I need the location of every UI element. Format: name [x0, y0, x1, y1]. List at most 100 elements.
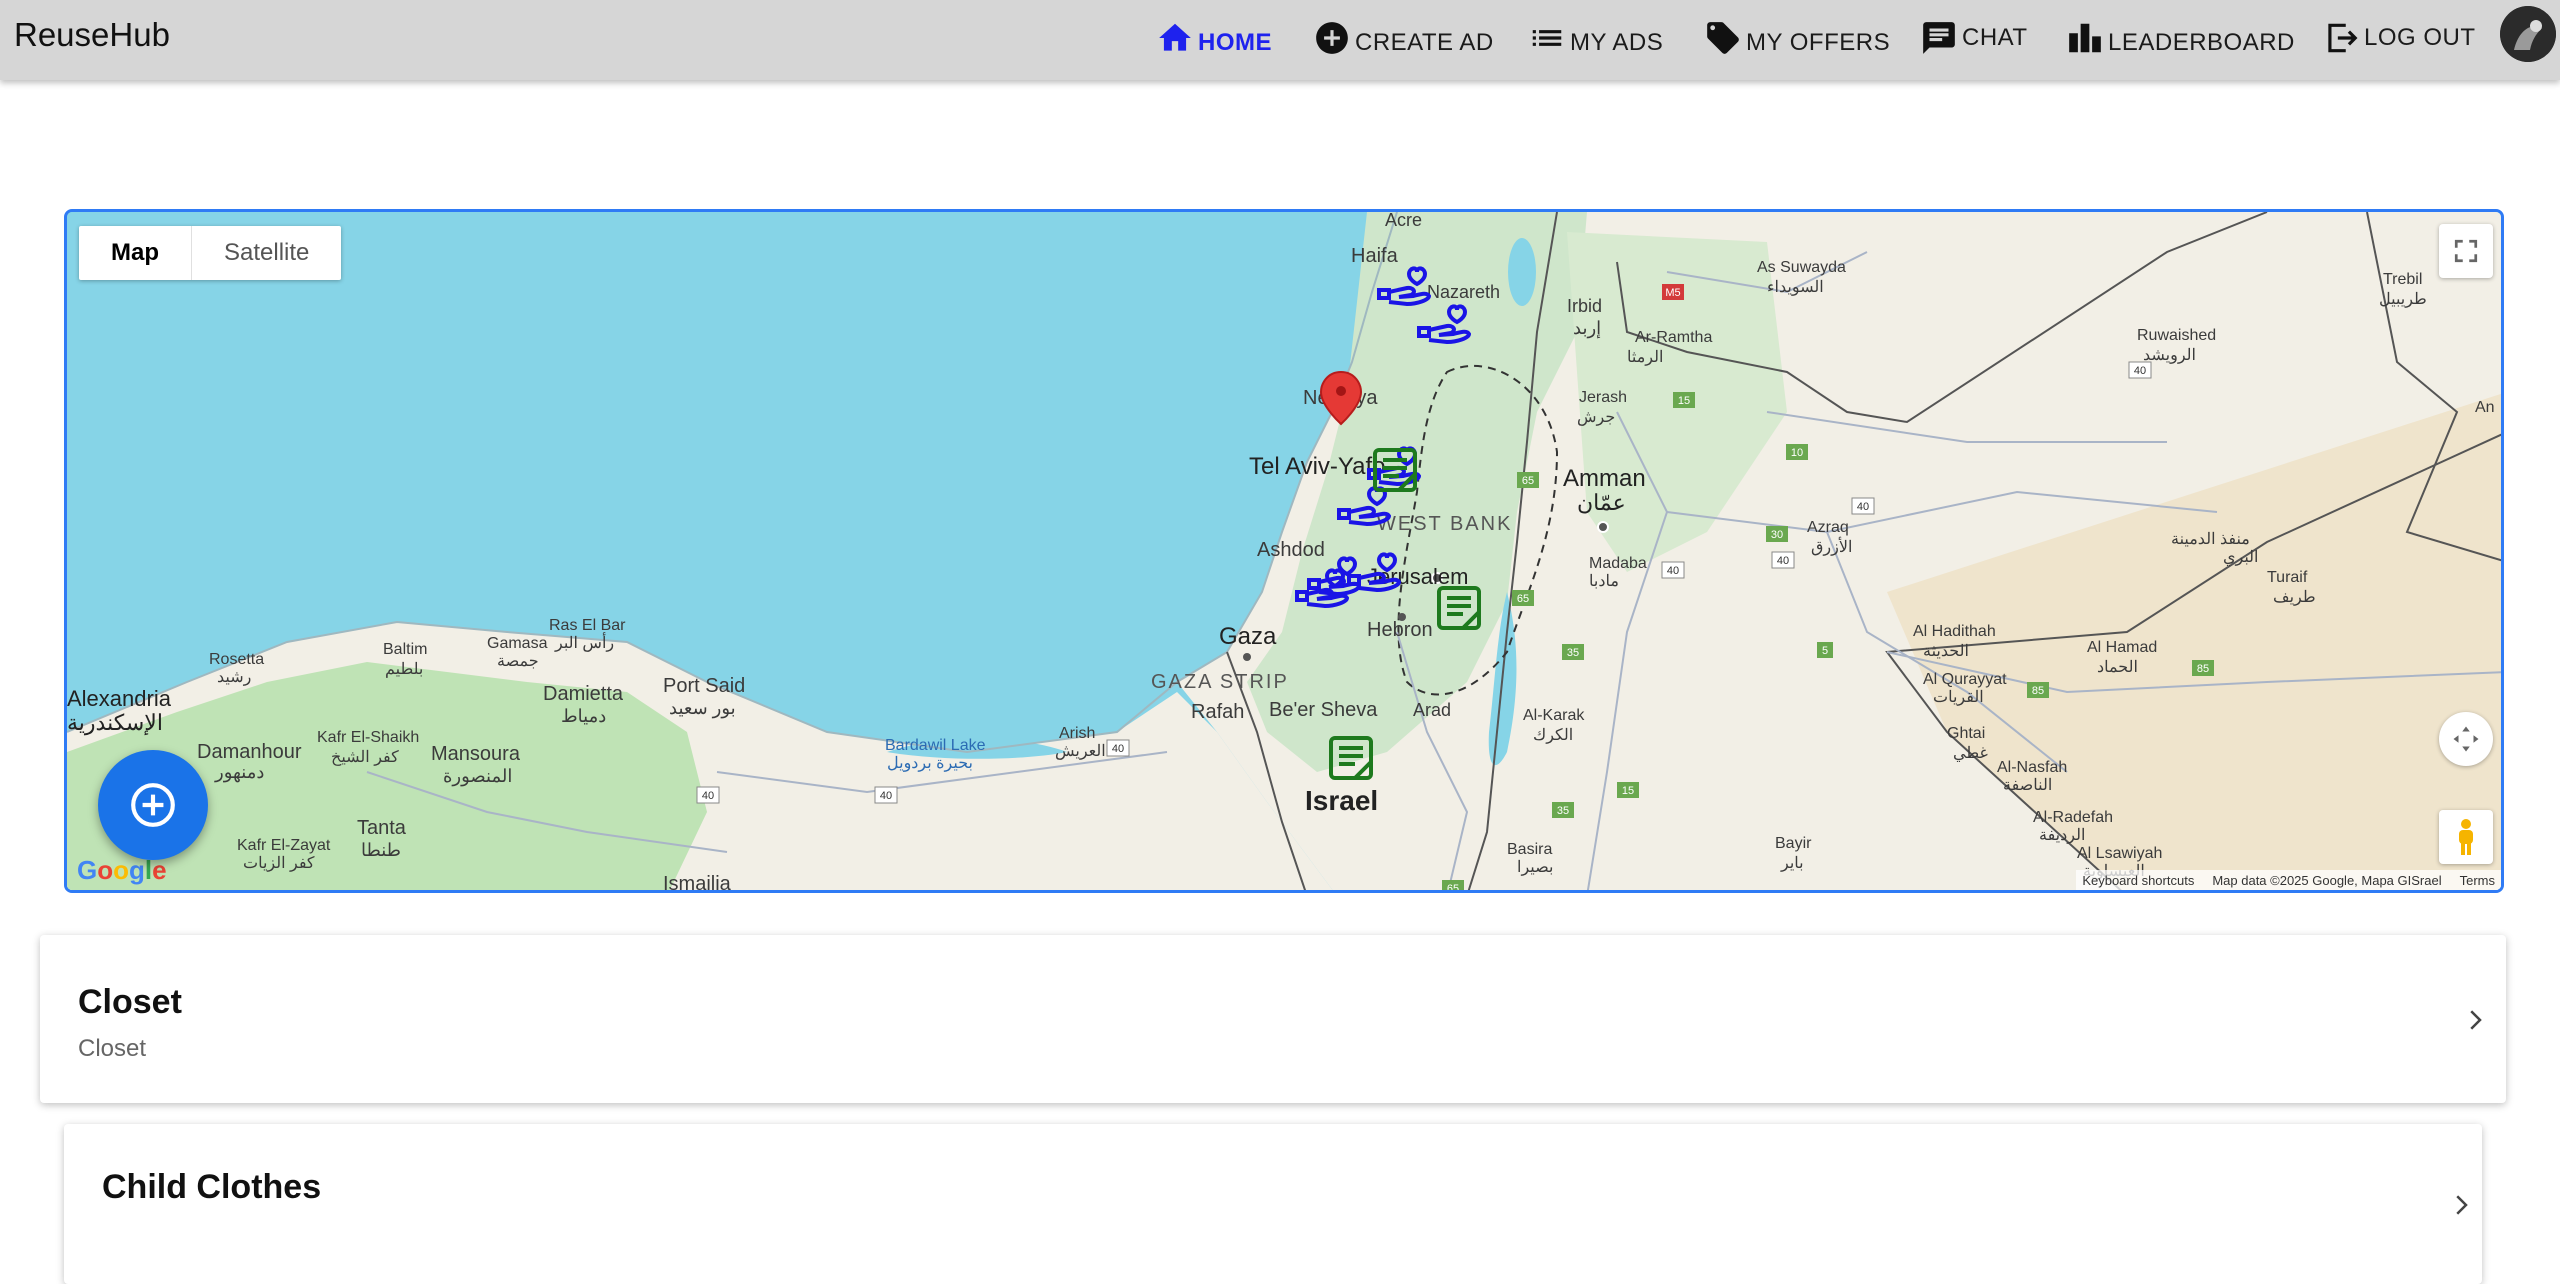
- svg-text:65: 65: [1517, 593, 1529, 605]
- svg-text:85: 85: [2032, 685, 2044, 697]
- map-label-hebron: Hebron: [1367, 619, 1433, 641]
- map-label-gamasa: Gamasa: [487, 635, 548, 652]
- road-shield: 40: [874, 786, 898, 804]
- road-shield: 30: [1766, 526, 1788, 542]
- nav-create-ad-label: CREATE AD: [1355, 29, 1494, 56]
- map-label-gaza-strip: GAZA STRIP: [1151, 671, 1289, 693]
- nav-my-ads-label: MY ADS: [1570, 29, 1664, 56]
- map-label-madaba: Madaba: [1589, 555, 1647, 572]
- map-type-satellite-button[interactable]: Satellite: [192, 226, 341, 280]
- map-label-damietta: Damietta: [543, 683, 624, 705]
- map-label-ghtai-ar: غطي: [1953, 745, 1988, 762]
- road-shield: 65: [1442, 880, 1464, 893]
- map-label-azraq: Azraq: [1807, 519, 1849, 536]
- map-label-tel-aviv: Tel Aviv-Yafo: [1249, 453, 1386, 480]
- map-label-tanta-ar: طنطا: [361, 840, 401, 860]
- keyboard-shortcuts-link[interactable]: Keyboard shortcuts: [2082, 873, 2194, 888]
- add-ad-fab[interactable]: [98, 750, 208, 860]
- map-widget[interactable]: M5 15 10 30 40 40 40 65 65 35 15 35 65 4…: [64, 209, 2504, 893]
- camera-control-button[interactable]: [2439, 712, 2493, 766]
- map-label-azraq-ar: الأزرق: [1811, 537, 1852, 556]
- map-label-manfadh2: البري: [2223, 549, 2259, 566]
- leaderboard-icon: [2069, 23, 2101, 53]
- map-label-kafr-el-zayat: Kafr El-Zayat: [237, 837, 331, 854]
- svg-text:15: 15: [1622, 785, 1634, 797]
- nav-logout[interactable]: LOG OUT: [2322, 12, 2476, 64]
- map-label-ras-el-bar-ar: رأس البر: [554, 632, 614, 652]
- map-label-trebil: Trebil: [2383, 271, 2422, 288]
- map-label-alexandria: Alexandria: [67, 686, 172, 711]
- avatar-image: [2500, 6, 2556, 62]
- road-shield: 40: [1661, 561, 1685, 579]
- map-label-al-nasfah: Al-Nasfah: [1997, 759, 2067, 776]
- map-label-kafr-el-shaikh-ar: كفر الشيخ: [331, 749, 399, 766]
- map-label-jerash: Jerash: [1579, 389, 1627, 406]
- map-label-ruwaished-ar: الرويشد: [2143, 347, 2196, 364]
- map-label-al-radefah-ar: الرديفة: [2039, 827, 2085, 844]
- map-label-basira: Basira: [1507, 841, 1552, 858]
- map-label-ar-ramtha: Ar-Ramtha: [1635, 329, 1712, 346]
- nav-my-offers-label: MY OFFERS: [1746, 29, 1891, 56]
- svg-text:40: 40: [1112, 743, 1124, 755]
- map-label-al-qurayyat-ar: القريات: [1933, 689, 1984, 706]
- move-arrows-icon: [2453, 726, 2479, 752]
- nav-my-offers[interactable]: MY OFFERS: [1704, 12, 1890, 64]
- road-shield: 40: [2128, 361, 2152, 379]
- map-label-acre: Acre: [1385, 212, 1422, 230]
- chevron-right-icon: [2456, 1195, 2468, 1215]
- map-label-amman: Amman: [1563, 465, 1646, 492]
- road-shield: 5: [1817, 642, 1833, 658]
- road-shield: 40: [696, 786, 720, 804]
- map-label-al-hamad-ar: الحماد: [2097, 659, 2138, 676]
- svg-text:65: 65: [1447, 883, 1459, 893]
- map-label-beer-sheva: Be'er Sheva: [1269, 699, 1378, 721]
- map-label-bardawil-ar: بحيرة بردويل: [887, 755, 973, 772]
- user-avatar[interactable]: [2500, 6, 2556, 62]
- category-card-closet[interactable]: Closet Closet: [40, 935, 2506, 1103]
- map-label-west-bank: WEST BANK: [1377, 513, 1512, 535]
- road-shield: 15: [1673, 392, 1695, 408]
- map-label-al-hadithah-ar: الحديثة: [1923, 643, 1969, 660]
- map-canvas[interactable]: M5 15 10 30 40 40 40 65 65 35 15 35 65 4…: [67, 212, 2504, 893]
- nav-chat[interactable]: CHAT: [1920, 12, 2028, 64]
- map-label-as-suwayda: As Suwayda: [1757, 259, 1846, 276]
- road-shield: 35: [1552, 802, 1574, 818]
- nav-home[interactable]: HOME: [1156, 12, 1272, 64]
- map-label-al-hadithah: Al Hadithah: [1913, 623, 1996, 640]
- svg-text:30: 30: [1771, 529, 1783, 541]
- pegman-icon: [2459, 819, 2473, 855]
- map-label-an: An: [2475, 399, 2495, 416]
- map-label-mansoura-ar: المنصورة: [443, 766, 512, 787]
- road-shield: 35: [1562, 644, 1584, 660]
- app-brand[interactable]: ReuseHub: [14, 16, 170, 54]
- map-label-gaza: Gaza: [1219, 623, 1277, 650]
- nav-leaderboard-label: LEADERBOARD: [2108, 29, 2295, 56]
- nav-leaderboard[interactable]: LEADERBOARD: [2066, 12, 2295, 64]
- category-card-child-clothes[interactable]: Child Clothes: [64, 1124, 2482, 1284]
- map-label-baltim-ar: بلطيم: [385, 661, 423, 678]
- nav-create-ad[interactable]: CREATE AD: [1313, 12, 1494, 64]
- svg-text:40: 40: [1777, 555, 1789, 567]
- map-label-ismailia: Ismailia: [663, 873, 732, 893]
- map-label-alexandria-ar: الإسكندرية: [67, 710, 163, 736]
- map-attribution: Keyboard shortcuts Map data ©2025 Google…: [2076, 870, 2501, 890]
- map-label-gamasa-ar: جمصة: [497, 653, 539, 670]
- add-circle-icon: [1316, 22, 1348, 54]
- street-view-pegman[interactable]: [2439, 810, 2493, 864]
- map-label-al-hamad: Al Hamad: [2087, 639, 2157, 656]
- nav-home-label: HOME: [1198, 29, 1272, 56]
- nav-my-ads[interactable]: MY ADS: [1528, 12, 1663, 64]
- map-label-al-karak: Al-Karak: [1523, 707, 1585, 724]
- map-type-map-button[interactable]: Map: [79, 226, 192, 280]
- map-label-damietta-ar: دمياط: [561, 706, 606, 726]
- map-label-baltim: Baltim: [383, 641, 427, 658]
- map-label-mansoura: Mansoura: [431, 743, 521, 765]
- terms-link[interactable]: Terms: [2460, 873, 2495, 888]
- fullscreen-button[interactable]: [2439, 224, 2493, 278]
- road-shield: 40: [1851, 497, 1875, 515]
- road-shield: 10: [1786, 444, 1808, 460]
- map-label-turaif: Turaif: [2267, 569, 2308, 586]
- home-icon: [1159, 23, 1191, 51]
- map-label-arish-ar: العريش: [1055, 743, 1106, 760]
- map-label-rafah: Rafah: [1191, 701, 1244, 723]
